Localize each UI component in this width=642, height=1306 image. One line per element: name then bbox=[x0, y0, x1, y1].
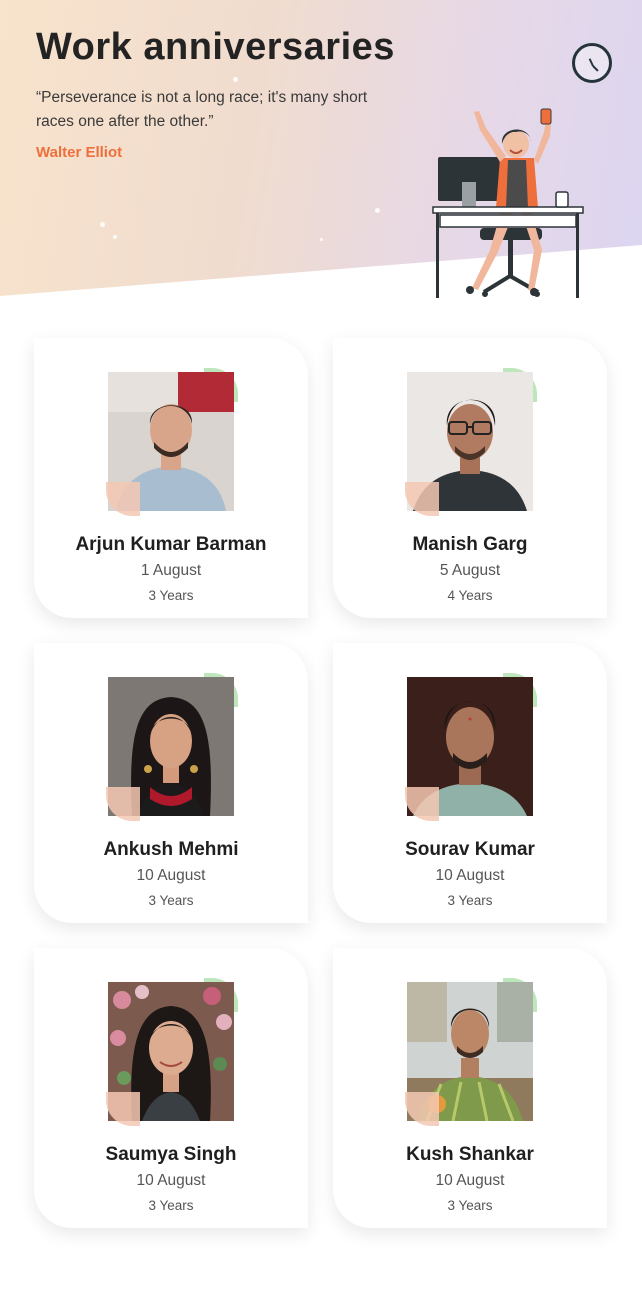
anniversary-date: 1 August bbox=[140, 562, 202, 579]
anniversary-date: 10 August bbox=[136, 1172, 206, 1189]
employee-name: Manish Garg bbox=[412, 534, 528, 555]
anniversary-date: 10 August bbox=[435, 867, 505, 884]
years-of-service: 3 Years bbox=[148, 893, 194, 908]
employee-name: Arjun Kumar Barman bbox=[75, 534, 267, 555]
anniversary-card: Saumya Singh 10 August 3 Years bbox=[34, 948, 308, 1228]
anniversary-date: 5 August bbox=[439, 562, 501, 579]
employee-name: Saumya Singh bbox=[105, 1144, 237, 1165]
employee-photo-frame bbox=[405, 368, 537, 516]
clock-icon bbox=[572, 43, 612, 83]
anniversary-date: 10 August bbox=[435, 1172, 505, 1189]
employee-photo-frame bbox=[106, 673, 238, 821]
employee-photo-frame bbox=[405, 673, 537, 821]
employee-photo-frame bbox=[106, 368, 238, 516]
anniversary-card: Sourav Kumar 10 August 3 Years bbox=[333, 643, 607, 923]
page-title: Work anniversaries bbox=[36, 26, 395, 68]
sparkle-decoration bbox=[113, 235, 117, 239]
sparkle-decoration bbox=[320, 238, 323, 241]
years-of-service: 3 Years bbox=[148, 588, 194, 603]
sparkle-decoration bbox=[375, 208, 380, 213]
employee-photo-frame bbox=[405, 978, 537, 1126]
years-of-service: 3 Years bbox=[447, 893, 493, 908]
years-of-service: 4 Years bbox=[447, 588, 493, 603]
anniversary-card: Kush Shankar 10 August 3 Years bbox=[333, 948, 607, 1228]
employee-name: Kush Shankar bbox=[406, 1144, 534, 1165]
anniversary-date: 10 August bbox=[136, 867, 206, 884]
anniversary-card: Arjun Kumar Barman 1 August 3 Years bbox=[34, 338, 308, 618]
anniversary-card: Ankush Mehmi 10 August 3 Years bbox=[34, 643, 308, 923]
quote-author: Walter Elliot bbox=[36, 144, 123, 161]
celebrating-worker-illustration bbox=[432, 108, 584, 298]
anniversary-card: Manish Garg 5 August 4 Years bbox=[333, 338, 607, 618]
employee-name: Sourav Kumar bbox=[405, 839, 535, 860]
sparkle-decoration bbox=[100, 222, 105, 227]
years-of-service: 3 Years bbox=[148, 1198, 194, 1213]
sparkle-decoration bbox=[233, 77, 238, 82]
years-of-service: 3 Years bbox=[447, 1198, 493, 1213]
employee-name: Ankush Mehmi bbox=[103, 839, 239, 860]
quote-text: “Perseverance is not a long race; it's m… bbox=[36, 89, 368, 130]
employee-photo-frame bbox=[106, 978, 238, 1126]
